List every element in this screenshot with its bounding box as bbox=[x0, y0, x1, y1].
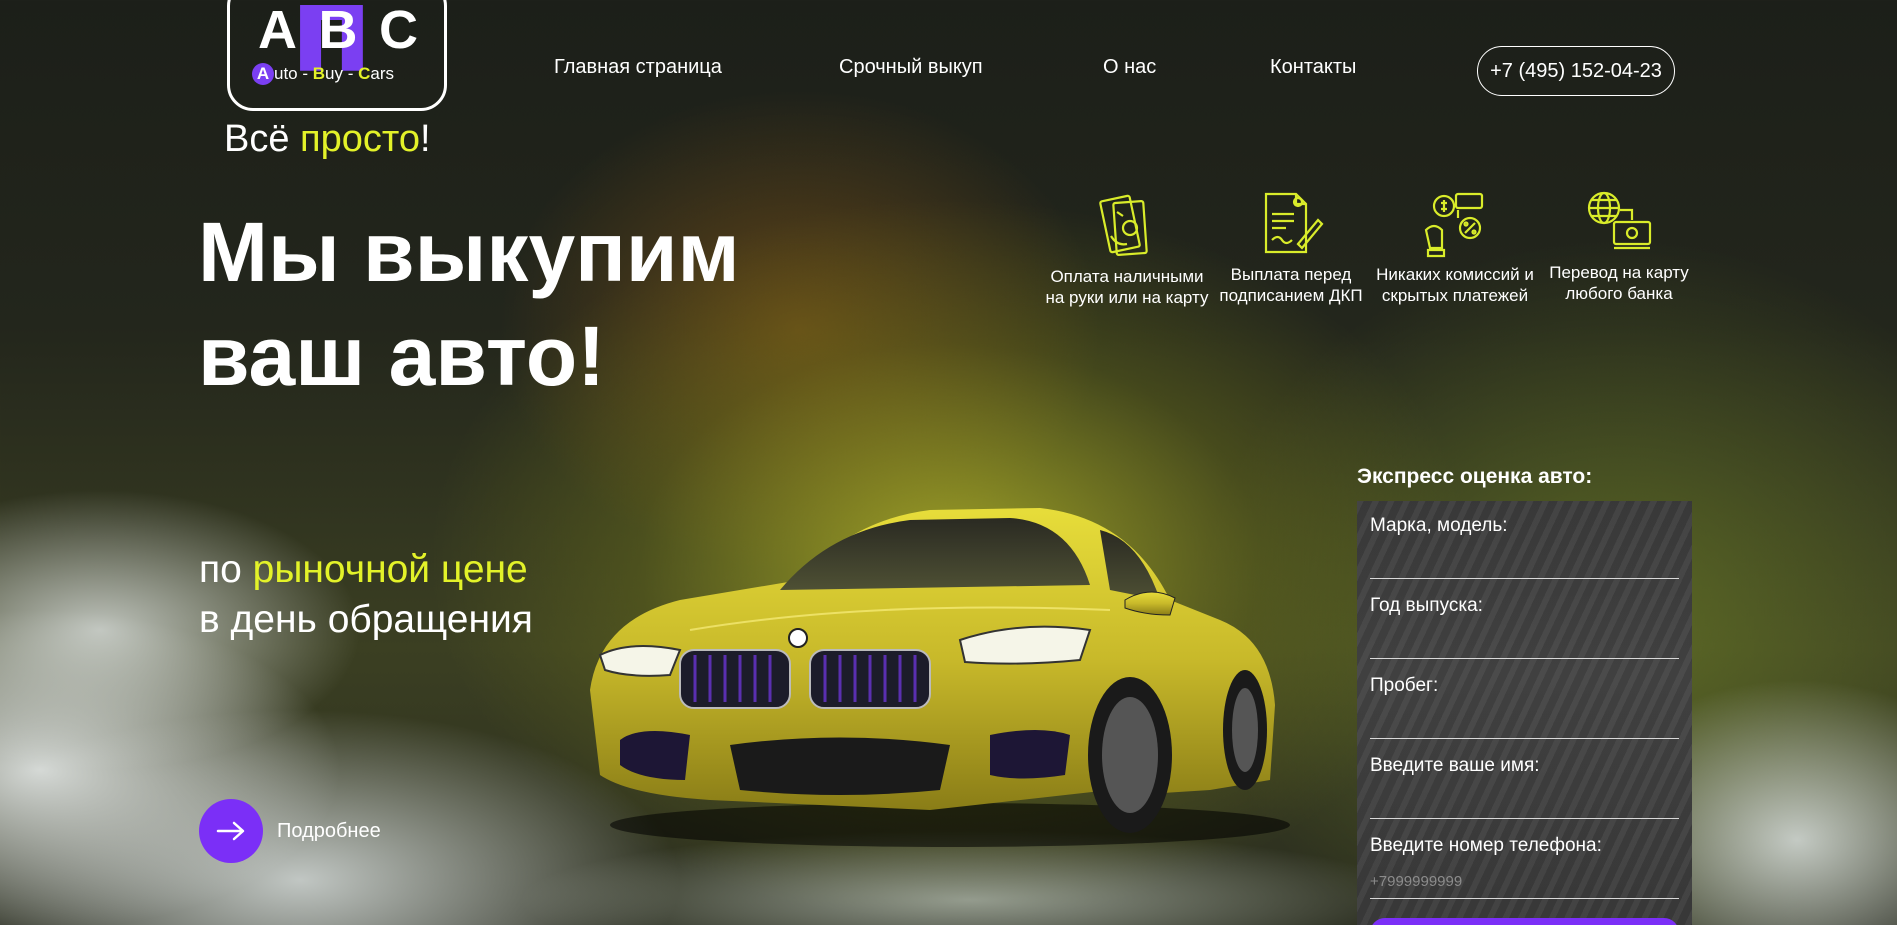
slogan: Всё просто! bbox=[224, 118, 431, 161]
slogan-accent: просто bbox=[300, 118, 421, 160]
mileage-input[interactable] bbox=[1370, 705, 1679, 739]
logo-sub-initial-buy: B bbox=[312, 64, 326, 83]
nav-item-contacts[interactable]: Контакты bbox=[1270, 56, 1356, 79]
make-model-field: Марка, модель: bbox=[1370, 515, 1679, 579]
year-label: Год выпуска: bbox=[1370, 595, 1483, 616]
logo-letter-c: C bbox=[379, 0, 418, 60]
feature-bank-transfer-text: Перевод на карту любого банка bbox=[1549, 263, 1689, 303]
submit-button[interactable] bbox=[1370, 918, 1679, 925]
logo-letter-a: A bbox=[258, 0, 297, 60]
logo-sub-initial-auto: A bbox=[252, 63, 274, 85]
feature-no-fees: Никаких комиссий и скрытых платежей bbox=[1370, 190, 1540, 306]
feature-contract: Выплата перед подписанием ДКП bbox=[1206, 190, 1376, 306]
nav-item-urgent-buyout[interactable]: Срочный выкуп bbox=[839, 56, 983, 79]
make-model-input[interactable] bbox=[1370, 545, 1679, 579]
tagline-accent: рыночной цене bbox=[252, 548, 528, 591]
nav-item-home[interactable]: Главная страница bbox=[554, 56, 722, 79]
name-input[interactable] bbox=[1370, 785, 1679, 819]
logo-sub-separator: - bbox=[297, 64, 313, 83]
mileage-label: Пробег: bbox=[1370, 675, 1439, 696]
phone-input[interactable] bbox=[1370, 865, 1679, 899]
hero-title: Мы выкупим ваш авто! bbox=[198, 200, 740, 408]
slogan-prefix: Всё bbox=[224, 118, 301, 160]
logo-sub-auto: uto bbox=[274, 64, 298, 83]
feature-bank-transfer: Перевод на карту любого банка bbox=[1534, 188, 1704, 304]
logo-sub-initial-cars: C bbox=[358, 64, 371, 83]
feature-contract-text: Выплата перед подписанием ДКП bbox=[1219, 265, 1363, 305]
arrow-right-icon[interactable] bbox=[199, 799, 263, 863]
more-button[interactable]: Подробнее bbox=[199, 799, 381, 863]
feature-cash: Оплата наличными на руки или на карту bbox=[1042, 192, 1212, 308]
express-valuation-form: Марка, модель: Год выпуска: Пробег: Введ… bbox=[1357, 501, 1692, 925]
logo-sub-separator: - bbox=[343, 64, 359, 83]
mileage-field: Пробег: bbox=[1370, 675, 1679, 739]
hero-title-line1: Мы выкупим bbox=[198, 205, 740, 299]
logo-letter-b: B bbox=[318, 0, 358, 60]
logo-letters: A B C bbox=[258, 3, 418, 57]
logo-sub-buy: uy bbox=[325, 64, 343, 83]
feature-no-fees-text: Никаких комиссий и скрытых платежей bbox=[1376, 265, 1534, 305]
hero-title-line2: ваш авто! bbox=[198, 309, 606, 403]
bank-transfer-icon bbox=[1587, 191, 1652, 250]
slogan-suffix: ! bbox=[420, 118, 431, 160]
nav-item-about[interactable]: О нас bbox=[1103, 56, 1156, 79]
make-model-label: Марка, модель: bbox=[1370, 515, 1508, 536]
car-image bbox=[590, 508, 1290, 847]
logo-sub-cars: ars bbox=[370, 64, 395, 83]
cash-icon bbox=[1099, 194, 1148, 256]
more-label[interactable]: Подробнее bbox=[277, 820, 381, 843]
year-input[interactable] bbox=[1370, 625, 1679, 659]
contract-icon bbox=[1264, 192, 1324, 254]
site-logo[interactable]: п A B C Auto - Buy - Cars bbox=[227, 0, 447, 111]
phone-button[interactable]: +7 (495) 152-04-23 bbox=[1477, 46, 1675, 96]
feature-cash-text: Оплата наличными на руки или на карту bbox=[1045, 267, 1209, 307]
phone-label: Введите номер телефона: bbox=[1370, 835, 1602, 856]
year-field: Год выпуска: bbox=[1370, 595, 1679, 659]
tagline-line2: в день обращения bbox=[199, 598, 533, 641]
logo-subtitle: Auto - Buy - Cars bbox=[252, 63, 394, 85]
form-title: Экспресс оценка авто: bbox=[1357, 465, 1593, 488]
name-label: Введите ваше имя: bbox=[1370, 755, 1540, 776]
tagline-prefix: по bbox=[199, 548, 253, 591]
no-fees-icon bbox=[1424, 192, 1484, 258]
name-field: Введите ваше имя: bbox=[1370, 755, 1679, 819]
phone-field: Введите номер телефона: bbox=[1370, 835, 1679, 899]
hero-tagline: по рыночной цене в день обращения bbox=[199, 545, 533, 645]
